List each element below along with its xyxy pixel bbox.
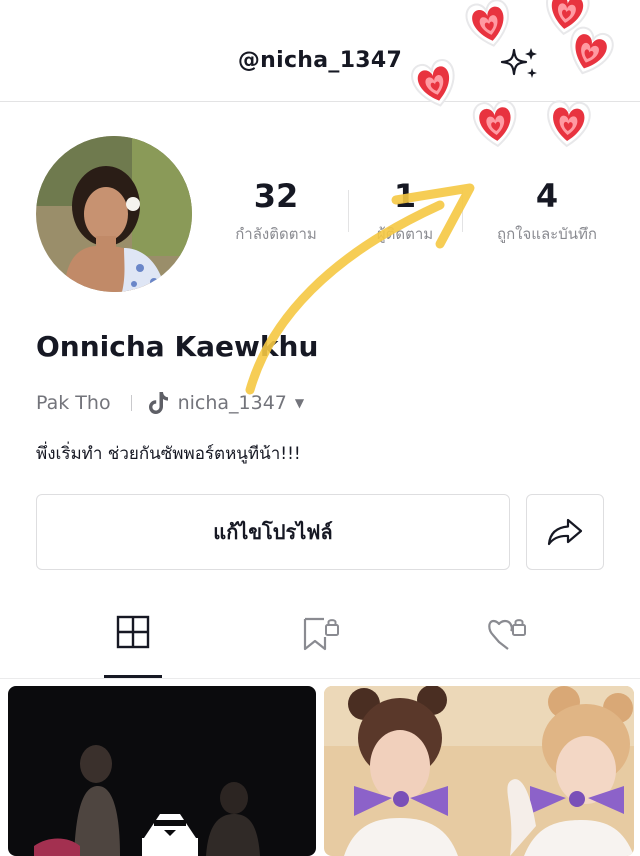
meta-divider xyxy=(130,395,132,411)
stat-following[interactable]: 32 กำลังติดตาม xyxy=(201,178,351,246)
likes-label: ถูกใจและบันทึก xyxy=(497,225,597,243)
followers-count: 1 xyxy=(393,177,417,215)
profile-avatar[interactable] xyxy=(36,136,192,292)
following-count: 32 xyxy=(253,177,299,215)
stat-likes[interactable]: 4 ถูกใจและบันทึก xyxy=(472,178,622,246)
tabs-divider xyxy=(0,678,640,679)
profile-username-header: @nicha_1347 xyxy=(237,48,403,73)
avatar-photo xyxy=(36,136,192,292)
profile-name: Onnicha Kaewkhu xyxy=(36,330,319,363)
bookmark-lock-icon xyxy=(303,617,339,651)
video-thumbnail[interactable] xyxy=(324,686,634,856)
video-thumbnail[interactable] xyxy=(8,686,316,856)
heart-lock-icon xyxy=(488,619,526,650)
profile-meta: Pak Tho nicha_1347 ▼ xyxy=(36,390,304,416)
edit-profile-button[interactable]: แก้ไขโปรไฟล์ xyxy=(36,494,510,570)
tab-liked[interactable] xyxy=(476,615,536,661)
stat-followers[interactable]: 1 ผู้ติดตาม xyxy=(330,178,480,246)
video-thumbnail-image xyxy=(324,686,634,856)
following-label: กำลังติดตาม xyxy=(235,225,317,243)
tiktok-handle[interactable]: nicha_1347 xyxy=(178,392,287,414)
share-profile-button[interactable] xyxy=(526,494,604,570)
top-bar: @nicha_1347 xyxy=(0,0,640,102)
video-thumbnail-image xyxy=(8,686,316,856)
profile-bio: พึ่งเริ่มทำ ช่วยกันซัพพอร์ตหนูทีน้า!!! xyxy=(36,444,301,464)
tab-favorites[interactable] xyxy=(290,615,350,661)
sparkle-icon[interactable] xyxy=(500,46,540,82)
caret-down-icon[interactable]: ▼ xyxy=(295,396,304,410)
stat-divider xyxy=(462,190,463,232)
tab-videos[interactable] xyxy=(103,615,163,661)
likes-count: 4 xyxy=(535,177,559,215)
tiktok-icon xyxy=(148,392,168,414)
share-arrow-icon xyxy=(547,518,583,546)
grid-icon xyxy=(116,615,150,649)
location-text: Pak Tho xyxy=(36,392,111,414)
followers-label: ผู้ติดตาม xyxy=(376,225,434,243)
